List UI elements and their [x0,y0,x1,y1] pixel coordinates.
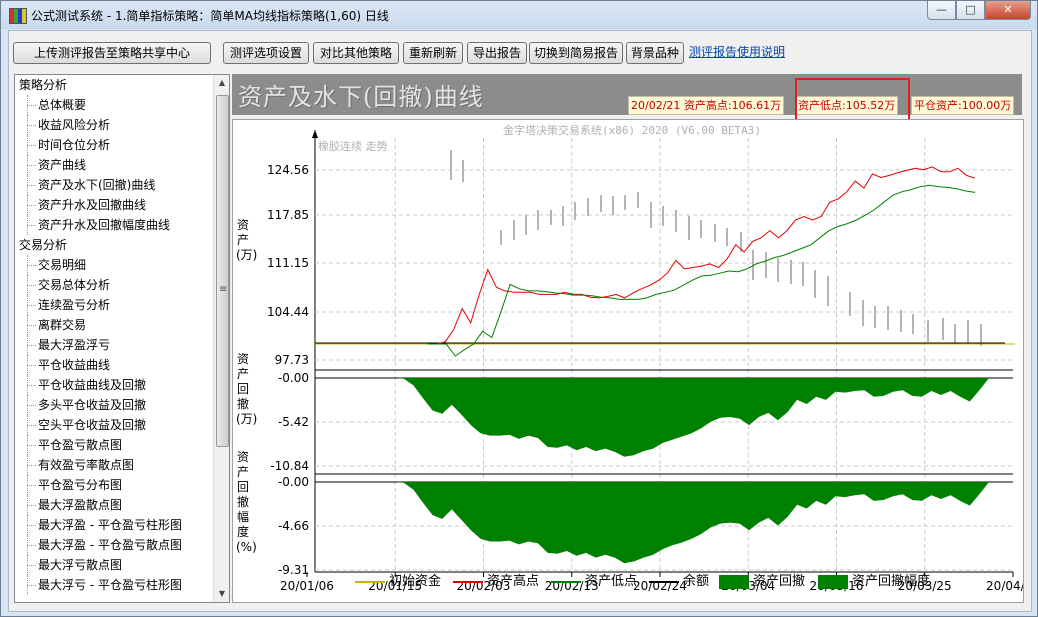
tree-item[interactable]: 平仓盈亏散点图 [15,435,213,455]
series-asset-low [428,184,976,357]
tree-item[interactable]: 空头平仓收益及回撤 [15,415,213,435]
stat-close: 平仓资产:100.00万 [911,96,1015,115]
toolbar: 上传测评报告至策略共享中心 测评选项设置 对比其他策略 重新刷新 导出报告 切换… [9,31,1031,71]
tree-list: 策略分析 总体概要 收益风险分析 时间仓位分析 资产曲线 资产及水下(回撤)曲线 资产升水及… [15,75,213,595]
tree-item[interactable]: 最大浮亏 - 平仓盈亏柱形图 [15,575,213,595]
tree-item[interactable]: 时间仓位分析 [15,135,213,155]
series-drawdown-area [375,378,989,457]
chart-svg: 124.56 117.85 111.15 104.44 97.73 -0.00 -5.42 -… [267,130,1023,593]
y-axis-arrow-icon [312,130,318,138]
title-bar[interactable]: 公式测试系统 - 1.简单指标策略：简单MA均线指标策略(1,60) 日线 — … [1,1,1037,29]
minimize-button[interactable]: — [927,1,956,20]
tree-item[interactable]: 最大浮盈 - 平仓盈亏散点图 [15,535,213,555]
chart-watermark: 金字塔决策交易系统(x86) 2020 (V6.00 BETA3) [503,124,761,137]
tree-item[interactable]: 最大浮盈浮亏 [15,335,213,355]
window-title: 公式测试系统 - 1.简单指标策略：简单MA均线指标策略(1,60) 日线 [31,9,389,23]
tree-group[interactable]: 交易分析 [15,235,213,255]
tree-item[interactable]: 资产及水下(回撤)曲线 [15,175,213,195]
scroll-thumb[interactable]: ≡ [216,95,229,447]
tree-item[interactable]: 资产曲线 [15,155,213,175]
app-window: 公式测试系统 - 1.简单指标策略：简单MA均线指标策略(1,60) 日线 — … [0,0,1038,617]
chart-area[interactable]: 124.56 117.85 111.15 104.44 97.73 -0.00 -5.42 -… [232,119,1024,603]
series-drawdown-pct-area [375,482,989,564]
close-button[interactable]: ✕ [985,1,1031,20]
client-area: 上传测评报告至策略共享中心 测评选项设置 对比其他策略 重新刷新 导出报告 切换… [8,30,1032,612]
ylabel-assets: 资产(万) [236,218,258,262]
series-asset-high [428,166,976,345]
tree-item[interactable]: 最大浮亏散点图 [15,555,213,575]
tree-item[interactable]: 有效盈亏率散点图 [15,455,213,475]
tree-item[interactable]: 交易总体分析 [15,275,213,295]
compare-button[interactable]: 对比其他策略 [313,42,399,64]
legend-swatch [453,581,483,583]
tree-item[interactable]: 多头平仓收益及回撤 [15,395,213,415]
chart-legend: 初始资金 资产高点 资产低点 余额 资产回撤 资产回撤幅度 [233,572,1023,592]
y-tick-label: 104.44 [267,305,309,319]
tree-item[interactable]: 最大浮盈 - 平仓盈亏柱形图 [15,515,213,535]
legend-swatch [649,581,679,583]
tree-item[interactable]: 资产升水及回撤曲线 [15,195,213,215]
ylabel-drawdown: 资产回撤(万) [236,352,258,426]
legend-swatch [355,581,385,583]
legend-label: 余额 [683,574,710,589]
background-button[interactable]: 背景品种 [626,42,684,64]
y-tick-label: 124.56 [267,163,309,177]
legend-swatch [818,575,848,589]
legend-label: 资产高点 [487,574,540,589]
tree-scrollbar[interactable]: ▲ ≡ ▼ [213,75,229,602]
tree-item[interactable]: 平仓收益曲线 [15,355,213,375]
tree-item[interactable]: 总体概要 [15,95,213,115]
legend-swatch [551,581,581,583]
options-button[interactable]: 测评选项设置 [223,42,309,64]
window-controls: — □ ✕ [927,1,1031,21]
ylabel-drawdown-pct: 资产回撤幅度(%) [236,450,257,554]
tree-item[interactable]: 连续盈亏分析 [15,295,213,315]
legend-label: 资产低点 [585,574,638,589]
app-icon [9,8,27,24]
tree-item[interactable]: 收益风险分析 [15,115,213,135]
help-link[interactable]: 测评报告使用说明 [689,43,785,60]
switch-report-button[interactable]: 切换到简易报告 [529,42,623,64]
y-tick-label: -4.66 [278,519,309,533]
legend-swatch [719,575,749,589]
stat-date: 20/02/21 [631,99,681,112]
stat-high: 资产高点:106.61万 [683,99,782,112]
tree-item[interactable]: 离群交易 [15,315,213,335]
tree-item[interactable]: 资产升水及回撤幅度曲线 [15,215,213,235]
y-tick-label: -0.00 [278,475,309,489]
stat-date-high: 20/02/21 资产高点:106.61万 [628,96,785,115]
maximize-button[interactable]: □ [956,1,985,20]
legend-label: 资产回撤 [753,574,806,589]
y-tick-label: 97.73 [275,353,309,367]
tree-group[interactable]: 策略分析 [15,75,213,95]
y-tick-label: 111.15 [267,256,309,270]
y-tick-label: 117.85 [267,208,309,222]
tree-item[interactable]: 交易明细 [15,255,213,275]
scroll-up-icon[interactable]: ▲ [214,75,229,91]
upload-report-button[interactable]: 上传测评报告至策略共享中心 [13,42,211,64]
tree-item[interactable]: 平仓收益曲线及回撤 [15,375,213,395]
scroll-down-icon[interactable]: ▼ [214,586,229,602]
legend-label: 初始资金 [389,574,442,589]
analysis-tree[interactable]: 策略分析 总体概要 收益风险分析 时间仓位分析 资产曲线 资产及水下(回撤)曲线 资产升水及… [14,74,230,603]
chart-title: 资产及水下(回撤)曲线 [238,83,484,111]
y-tick-label: -0.00 [278,371,309,385]
tree-item[interactable]: 最大浮盈散点图 [15,495,213,515]
y-tick-label: -5.42 [278,415,309,429]
chart-sub-watermark: 橡胶连续 走势 [318,140,388,153]
tree-item[interactable]: 平仓盈亏分布图 [15,475,213,495]
refresh-button[interactable]: 重新刷新 [403,42,463,64]
export-button[interactable]: 导出报告 [467,42,527,64]
y-tick-label: -10.84 [270,459,309,473]
legend-label: 资产回撤幅度 [852,574,931,589]
grip-icon: ≡ [219,284,228,295]
